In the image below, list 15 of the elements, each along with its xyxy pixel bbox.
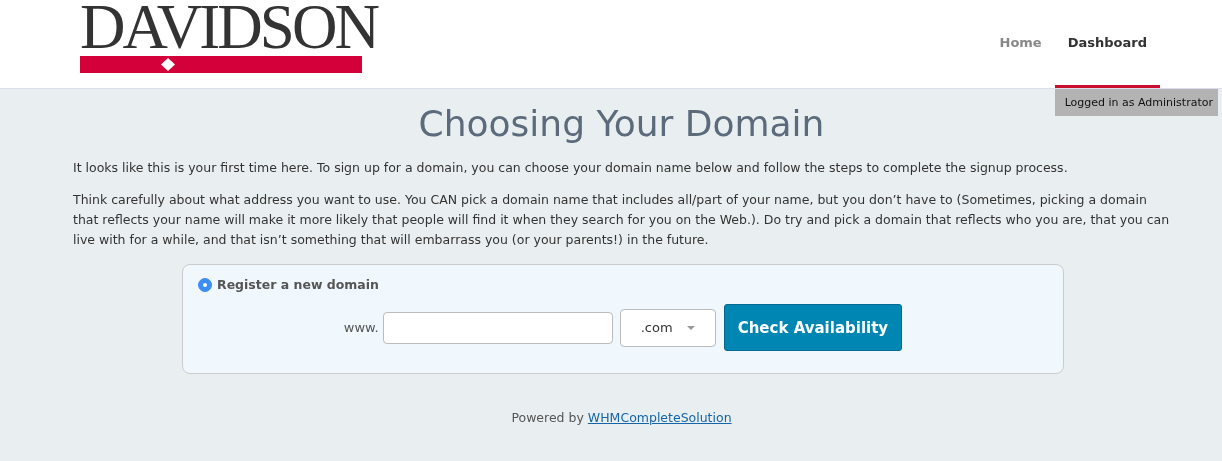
login-badge: Logged in as Administrator: [1054, 89, 1218, 116]
nav-link[interactable]: Home: [986, 0, 1055, 88]
caret-icon: [686, 325, 695, 330]
logo-bar-icon: [80, 56, 362, 73]
check-availability-button[interactable]: Check Availability: [723, 304, 903, 351]
footer-text: Powered by: [511, 410, 584, 425]
paragraph: It looks like this is your first time here. To sign up for a domain, you can choose your domain name below and follow the steps to complete the signup process.: [73, 159, 1069, 177]
option-label: Register a new domain: [217, 277, 379, 292]
logo-text: DAVIDSON: [80, 2, 377, 52]
radio-button[interactable]: [198, 277, 212, 292]
footer-link[interactable]: WHMCompleteSolution: [587, 410, 732, 425]
paragraph: Think carefully about what address you want to use. You CAN pick a domain name that includes all/part of your name, but you don’t have to (Sometimes, picking a domain that reflects your name will make it more likely that people will find it when they search for you on the Web.). Do try and pick a domain that reflects who you are, that you can live with for a while, and that isn’t something that will embarrass you (or your parents!) in the future.: [73, 191, 1170, 249]
tld-select[interactable]: .com: [619, 308, 716, 347]
prefix-label: www.: [343, 320, 379, 335]
domain-input[interactable]: [382, 311, 613, 344]
